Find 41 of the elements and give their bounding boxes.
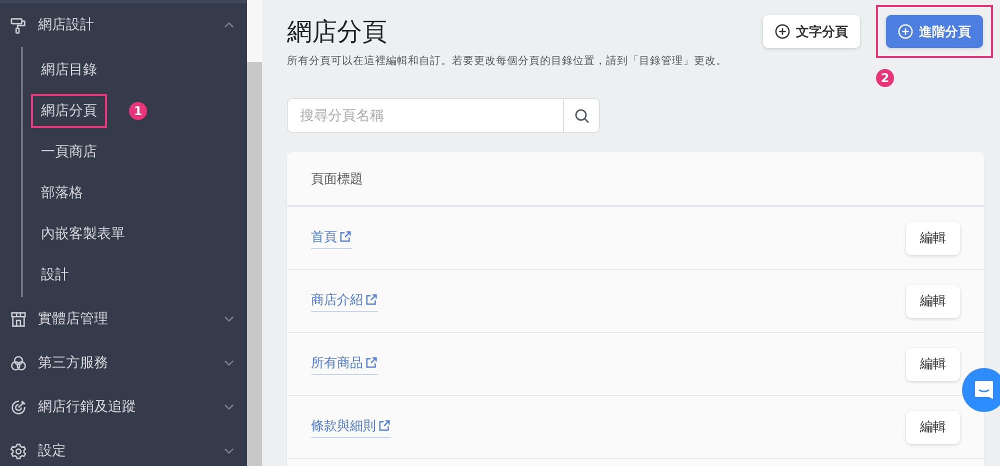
plus-circle-icon [775, 24, 790, 39]
external-link-icon [365, 293, 378, 306]
add-page-button[interactable]: 文字分頁 [763, 15, 860, 48]
target-icon [10, 398, 27, 416]
external-link-icon [339, 230, 352, 243]
sidebar-item[interactable]: 內嵌客製表單 [31, 216, 135, 250]
sidebar-item[interactable]: 網店分頁 [31, 94, 107, 128]
page-link[interactable]: 首頁 [311, 228, 352, 248]
sidebar-group-item[interactable]: 第三方服務 [0, 341, 247, 385]
external-link-icon [365, 356, 378, 369]
search-field[interactable]: 搜尋分頁名稱 [287, 98, 563, 133]
circles-icon [10, 354, 27, 372]
sidebar-item[interactable]: 一頁商店 [31, 134, 107, 168]
page-link[interactable]: 條款與細則 [311, 416, 391, 438]
callout-badge: 2 [876, 69, 894, 87]
edit-button[interactable]: 編輯 [906, 348, 960, 380]
page-title: 網店分頁 [287, 16, 388, 48]
add-page-button[interactable]: 進階分頁 [886, 15, 983, 48]
sidebar-item[interactable]: 設計 [31, 258, 79, 292]
page-link[interactable]: 所有商品 [311, 354, 378, 374]
callout-badge: 1 [129, 102, 147, 120]
plus-circle-icon [898, 24, 913, 39]
paint-roller-icon [10, 16, 27, 34]
store-icon [10, 310, 27, 328]
sidebar-group-item[interactable]: 網店設計 [0, 3, 247, 47]
edit-button[interactable]: 編輯 [906, 284, 960, 318]
edit-button[interactable]: 編輯 [906, 222, 960, 254]
sidebar-group-item[interactable]: 網店行銷及追蹤 [0, 385, 247, 429]
column-header: 頁面標題 [311, 170, 363, 188]
page-description: 所有分頁可以在這裡編輯和自訂。若要更改每個分頁的目錄位置，請到「目錄管理」更改。 [287, 54, 727, 68]
sidebar-group-item[interactable]: 實體店管理 [0, 297, 247, 341]
search-button[interactable] [563, 98, 600, 133]
edit-button[interactable]: 編輯 [906, 410, 960, 444]
external-link-icon [378, 419, 391, 432]
sidebar-item[interactable]: 網店目錄 [31, 52, 107, 86]
sidebar-group-item[interactable]: 設定 [0, 429, 247, 466]
page-link[interactable]: 商店介紹 [311, 290, 378, 312]
sidebar-item[interactable]: 部落格 [31, 176, 93, 210]
chat-icon [972, 378, 996, 402]
settings-icon [10, 442, 27, 460]
search-icon [574, 108, 590, 124]
